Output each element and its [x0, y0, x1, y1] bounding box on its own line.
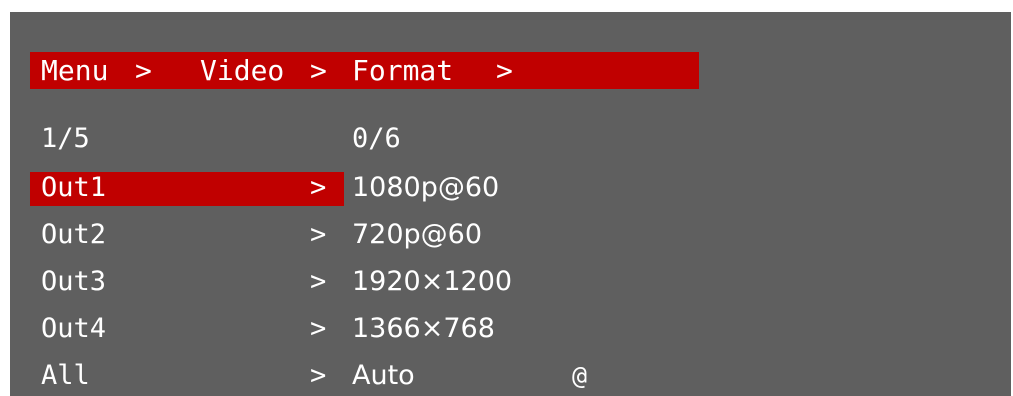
breadcrumb: Menu > Video > Format > — [30, 52, 699, 89]
row-label: Out2 — [41, 219, 107, 250]
format-list-counter: 0/6 — [352, 123, 401, 154]
row-label: Out3 — [41, 266, 107, 297]
chevron-right-icon: > — [310, 313, 327, 344]
format-value[interactable]: 1366×768 — [352, 314, 495, 344]
chevron-right-icon: > — [310, 219, 327, 250]
breadcrumb-separator: > — [135, 54, 152, 87]
breadcrumb-menu[interactable]: Menu — [41, 56, 108, 86]
chevron-right-icon: > — [310, 360, 327, 391]
format-value[interactable]: 1080p@60 — [352, 173, 499, 203]
breadcrumb-separator: > — [496, 54, 513, 87]
format-value[interactable]: 1920×1200 — [352, 267, 512, 297]
menu-row-out1[interactable]: Out1 > 1080p@60 — [30, 170, 710, 206]
menu-row-out2[interactable]: Out2 > 720p@60 — [30, 217, 710, 253]
row-label: Out1 — [41, 172, 107, 203]
menu-row-out3[interactable]: Out3 > 1920×1200 — [30, 264, 710, 300]
chevron-right-icon: > — [310, 266, 327, 297]
row-label: Out4 — [41, 313, 107, 344]
output-list-counter: 1/5 — [41, 123, 90, 154]
row-label: All — [41, 360, 90, 391]
format-value[interactable]: Auto — [352, 361, 415, 391]
chevron-right-icon: > — [310, 172, 327, 203]
menu-row-out4[interactable]: Out4 > 1366×768 — [30, 311, 710, 347]
row-extra-marker: @ — [572, 361, 588, 390]
format-value[interactable]: 720p@60 — [352, 220, 482, 250]
breadcrumb-video[interactable]: Video — [200, 56, 284, 86]
breadcrumb-separator: > — [310, 54, 327, 87]
osd-menu-screen: Menu > Video > Format > 1/5 0/6 Out1 > 1… — [10, 12, 1011, 396]
breadcrumb-format[interactable]: Format — [352, 56, 453, 86]
menu-row-all[interactable]: All > Auto @ — [30, 358, 710, 394]
